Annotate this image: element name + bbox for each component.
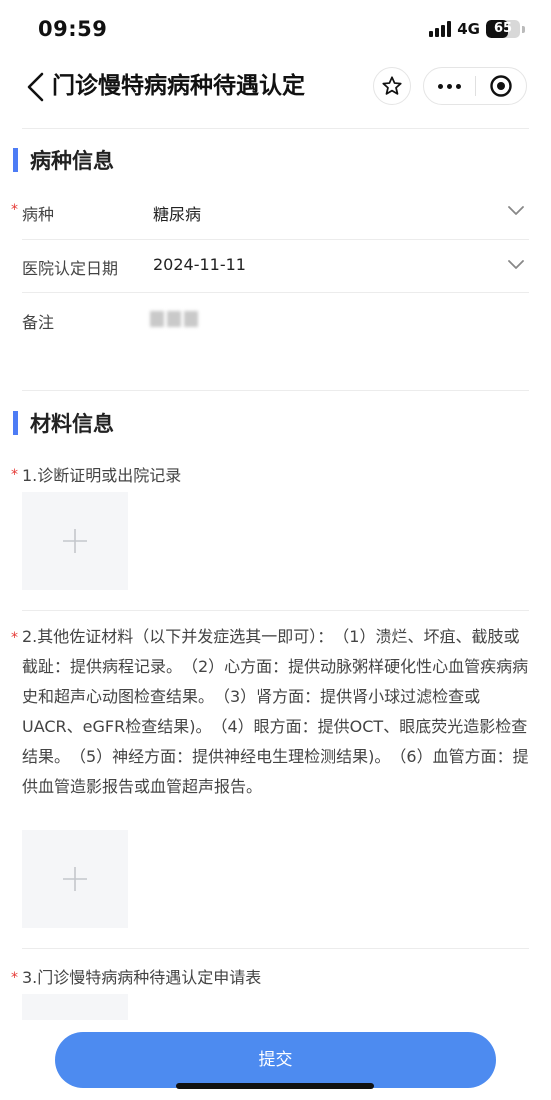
material-item-label: 1.诊断证明或出院记录 — [22, 466, 182, 485]
star-icon — [382, 76, 402, 95]
mini-program-capsule — [423, 67, 527, 105]
divider — [22, 292, 529, 293]
close-mini-program-button[interactable] — [476, 67, 526, 105]
chevron-down-icon — [508, 260, 524, 269]
signal-icon — [429, 21, 452, 37]
more-dots-icon — [438, 83, 461, 89]
required-mark: * — [11, 630, 18, 646]
required-mark: * — [11, 970, 18, 986]
material-section-header: 材料信息 — [13, 408, 114, 438]
field-label: 备注 — [22, 313, 55, 332]
divider — [22, 128, 529, 129]
divider — [22, 610, 529, 611]
network-type: 4G — [457, 20, 480, 38]
nav-bar: 门诊慢特病病种待遇认定 — [0, 58, 551, 116]
divider — [22, 390, 529, 391]
redacted-value — [150, 311, 198, 327]
favorite-button[interactable] — [373, 67, 411, 105]
disease-section-title: 病种信息 — [30, 149, 114, 173]
submit-button[interactable]: 提交 — [55, 1032, 496, 1088]
home-indicator — [176, 1083, 374, 1089]
section-accent-bar — [13, 411, 18, 435]
plus-icon — [63, 529, 87, 553]
field-label: 病种 — [22, 205, 55, 224]
field-value: 2024-11-11 — [153, 255, 246, 274]
hospital-date-field[interactable]: 医院认定日期 2024-11-11 — [0, 240, 551, 293]
material-item-label: 3.门诊慢特病病种待遇认定申请表 — [22, 968, 262, 987]
divider — [22, 948, 529, 949]
required-mark: * — [11, 202, 18, 218]
status-time: 09:59 — [38, 17, 108, 41]
material-section-title: 材料信息 — [30, 412, 114, 436]
status-indicators: 4G 65 — [429, 20, 525, 38]
material-item-label: 2.其他佐证材料（以下并发症选其一即可）： （1）溃烂、坏疽、截肢或截趾：提供病… — [22, 627, 529, 796]
field-value: 糖尿病 — [153, 205, 202, 224]
plus-icon — [63, 867, 87, 891]
battery-icon: 65 — [486, 20, 520, 38]
chevron-down-icon — [508, 206, 524, 215]
battery-tip — [522, 25, 525, 33]
status-bar: 09:59 4G 65 — [0, 0, 551, 58]
upload-button-evidence[interactable] — [22, 830, 128, 928]
disease-section-header: 病种信息 — [13, 145, 114, 175]
battery-level: 65 — [493, 21, 513, 36]
upload-button-diagnosis[interactable] — [22, 492, 128, 590]
back-button[interactable] — [24, 70, 48, 104]
chevron-left-icon — [27, 72, 44, 102]
disease-type-field[interactable]: * 病种 糖尿病 — [0, 186, 551, 239]
page-title: 门诊慢特病病种待遇认定 — [52, 73, 305, 99]
more-button[interactable] — [424, 67, 475, 105]
field-label: 医院认定日期 — [22, 259, 119, 278]
remarks-field[interactable]: 备注 — [0, 294, 551, 347]
required-mark: * — [11, 467, 18, 483]
section-accent-bar — [13, 148, 18, 172]
target-icon — [490, 75, 512, 97]
